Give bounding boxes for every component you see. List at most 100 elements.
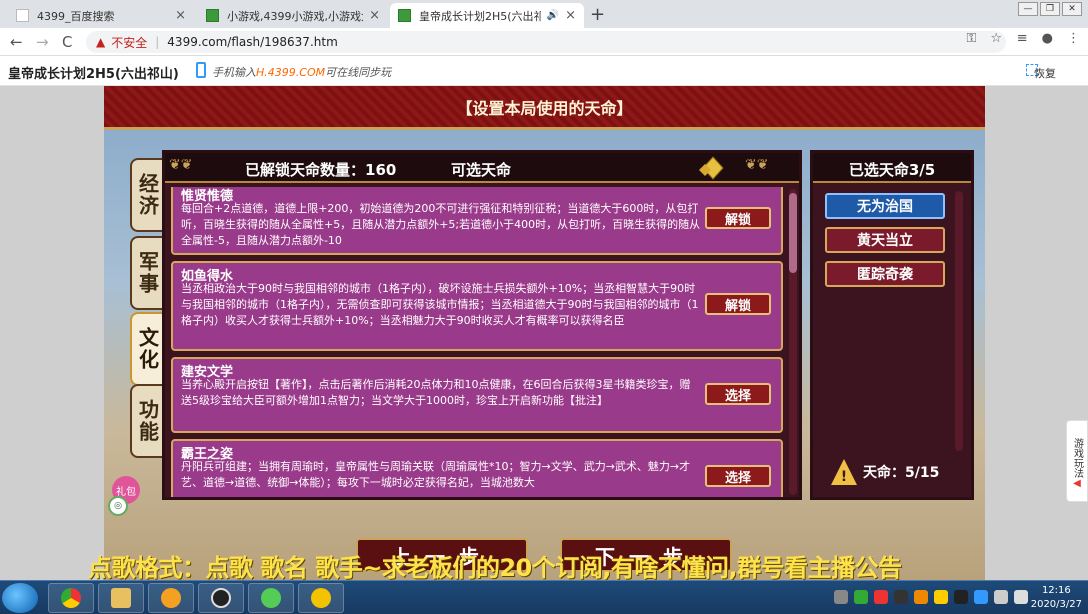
system-clock[interactable]: 12:16 2020/3/27 [1031, 584, 1082, 612]
tab-title: 4399_百度搜索 [37, 9, 115, 23]
clock-time: 12:16 [1041, 585, 1071, 596]
chosen-destiny[interactable]: 无为治国 [825, 193, 945, 219]
tab-label: 文化 [135, 327, 160, 371]
unlock-count: 已解锁天命数量：160 [245, 161, 397, 179]
chosen-destiny[interactable]: 匿踪奇袭 [825, 261, 945, 287]
browser-toolbar: ← → C ▲ 不安全 | 4399.com/flash/198637.htm … [0, 28, 1088, 56]
new-tab-button[interactable]: + [590, 4, 605, 25]
account-icon[interactable]: ● [1042, 31, 1053, 46]
destiny-count-text: 天命：5/15 [863, 465, 940, 481]
reload-button[interactable]: C [62, 33, 72, 51]
tab-4399-games[interactable]: 小游戏,4399小游戏,小游戏大全, × [198, 3, 388, 28]
back-button[interactable]: ← [10, 33, 23, 51]
tray-app-icon[interactable] [934, 590, 948, 604]
green-favicon-icon [206, 9, 219, 22]
star-icon[interactable]: ☆ [990, 31, 1002, 46]
game-stage: 【设置本局使用的天命】 经济 军事 文化 功能 ❦❦ 已解锁天命数量：160 可… [0, 86, 1088, 580]
destiny-desc: 当丞相政治大于90时与我国相邻的城市（1格子内），破坏设施士兵损失额外+10%；… [181, 282, 699, 327]
tray-app-icon[interactable] [894, 590, 908, 604]
mobile-tip-suffix: 可在线同步玩 [325, 66, 392, 79]
tray-app-icon[interactable] [974, 590, 988, 604]
destiny-desc: 当养心殿开启按钮【著作】，点击后著作后消耗20点体力和10点健康，在6回合后获得… [181, 378, 691, 407]
game-title: 皇帝成长计划2H5(六出祁山) [8, 67, 179, 82]
tab-label: 军事 [135, 251, 160, 295]
start-button[interactable] [2, 583, 38, 613]
destiny-desc: 每回合+2点道德，道德上限+200，初始道德为200不可进行强征和特别征税；当道… [181, 202, 701, 247]
tab-military[interactable]: 军事 [130, 236, 166, 310]
available-label: 可选天命 [451, 161, 512, 179]
menu-icon[interactable]: ⋮ [1067, 31, 1080, 46]
volume-icon[interactable] [994, 590, 1008, 604]
tab-current-game[interactable]: 皇帝成长计划2H5(六出祁山) 🔊 × [390, 3, 584, 28]
reading-list-icon[interactable]: ≡ [1017, 31, 1028, 46]
tray-app-icon[interactable] [914, 590, 928, 604]
chosen-destiny[interactable]: 黄天当立 [825, 227, 945, 253]
address-bar[interactable]: ▲ 不安全 | 4399.com/flash/198637.htm [86, 31, 1006, 53]
banner-title: 【设置本局使用的天命】 [456, 99, 633, 118]
destiny-card: 霸王之姿 丹阳兵可组建；当拥有周瑜时，皇帝属性与周瑜关联（周瑜属性*10；智力→… [171, 439, 783, 497]
tab-label: 功能 [135, 399, 160, 443]
select-button[interactable]: 选择 [705, 465, 771, 487]
phone-icon [196, 62, 206, 78]
tray-app-icon[interactable] [954, 590, 968, 604]
unlock-button[interactable]: 解锁 [705, 207, 771, 229]
taskbar-app-6[interactable] [298, 583, 344, 613]
cloud-ornament-icon: ❦❦ [169, 157, 193, 173]
maximize-button[interactable]: ❐ [1040, 2, 1060, 16]
destiny-counter: ! 天命：5/15 [831, 459, 939, 485]
mobile-url[interactable]: H.4399.COM [256, 66, 325, 79]
app-icon [261, 588, 281, 608]
tab-culture[interactable]: 文化 [130, 312, 166, 386]
tab-baidu-search[interactable]: 4399_百度搜索 × [8, 3, 194, 28]
taskbar-app-5[interactable] [248, 583, 294, 613]
tab-strip: 4399_百度搜索 × 小游戏,4399小游戏,小游戏大全, × 皇帝成长计划2… [0, 0, 1088, 28]
url-text[interactable]: 4399.com/flash/198637.htm [167, 35, 337, 49]
window-controls: — ❐ ✕ [1018, 2, 1082, 16]
tab-label: 经济 [135, 173, 160, 217]
taskbar-obs[interactable] [198, 583, 244, 613]
unlock-button[interactable]: 解锁 [705, 293, 771, 315]
guide-label: 游戏玩法 [1071, 437, 1083, 478]
gift-bag-icon[interactable]: ◎ [108, 496, 128, 516]
game-canvas: 【设置本局使用的天命】 经济 军事 文化 功能 ❦❦ 已解锁天命数量：160 可… [104, 86, 985, 580]
selected-scrollbar[interactable] [955, 191, 963, 451]
system-tray [834, 590, 1028, 604]
filter-toggle-icon[interactable] [693, 156, 733, 180]
destiny-card: 如鱼得水 当丞相政治大于90时与我国相邻的城市（1格子内），破坏设施士兵损失额外… [171, 261, 783, 351]
close-icon[interactable]: × [565, 8, 576, 23]
tab-function[interactable]: 功能 [130, 384, 166, 458]
exclamation-icon: ! [831, 459, 857, 485]
list-scroll-thumb[interactable] [789, 193, 797, 273]
chrome-icon [61, 588, 81, 608]
tab-title: 小游戏,4399小游戏,小游戏大全, [227, 9, 363, 23]
app-icon [161, 588, 181, 608]
list-header: ❦❦ 已解锁天命数量：160 可选天命 ❦❦ [165, 153, 799, 183]
destiny-desc: 丹阳兵可组建；当拥有周瑜时，皇帝属性与周瑜关联（周瑜属性*10；智力→文学、武力… [181, 460, 691, 489]
taskbar-explorer[interactable] [98, 583, 144, 613]
select-button[interactable]: 选择 [705, 383, 771, 405]
taskbar-app-3[interactable] [148, 583, 194, 613]
keyboard-icon[interactable] [834, 590, 848, 604]
close-icon[interactable]: × [369, 8, 380, 23]
title-banner: 【设置本局使用的天命】 [104, 86, 985, 130]
clock-date: 2020/3/27 [1030, 599, 1082, 610]
taskbar-chrome[interactable] [48, 583, 94, 613]
security-label: 不安全 [111, 35, 148, 50]
key-icon[interactable]: ⚿ [966, 31, 976, 46]
minimize-button[interactable]: — [1018, 2, 1038, 16]
tray-app-icon[interactable] [874, 590, 888, 604]
restore-button[interactable]: 恢复 [1034, 65, 1056, 81]
game-guide-tab[interactable]: 游戏玩法 ◀ [1066, 420, 1088, 502]
forward-button[interactable]: → [36, 33, 49, 51]
warning-icon: ▲ [96, 35, 106, 49]
tab-economy[interactable]: 经济 [130, 158, 166, 232]
close-window-button[interactable]: ✕ [1062, 2, 1082, 16]
divider: | [155, 35, 160, 49]
tab-title: 皇帝成长计划2H5(六出祁山) [419, 9, 541, 23]
tray-app-icon[interactable] [854, 590, 868, 604]
speaker-icon[interactable]: 🔊 [547, 10, 559, 21]
extension-icons: ≡ ● ⋮ [1017, 31, 1080, 46]
app-icon [311, 588, 331, 608]
close-icon[interactable]: × [175, 8, 186, 23]
network-icon[interactable] [1014, 590, 1028, 604]
